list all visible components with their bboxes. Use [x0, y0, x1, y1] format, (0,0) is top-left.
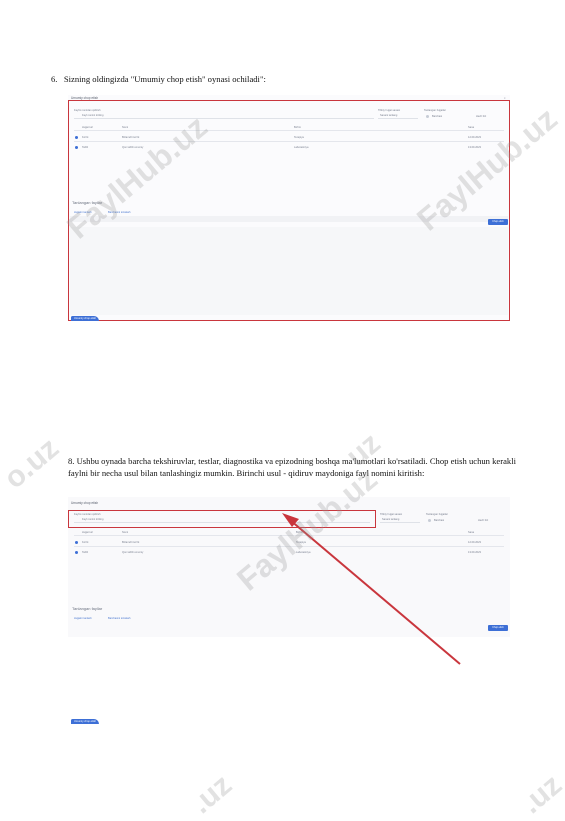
divider: [74, 546, 504, 547]
divider: [74, 141, 504, 142]
selected-files-heading: Tanlangan fayllar: [72, 606, 103, 611]
print-button[interactable]: Chop etish: [488, 625, 508, 631]
select-document-link[interactable]: Hujjatni tanlash: [74, 211, 92, 214]
dialog-title: Umumiy chop etish: [71, 96, 99, 100]
filter-option-none[interactable]: Hech biri: [478, 519, 488, 522]
filter-option-all[interactable]: Barchasi: [432, 115, 442, 118]
search-label: Faylni nomidan qidirish: [74, 513, 101, 516]
watermark: o.uz: [0, 431, 66, 496]
search-input[interactable]: Fayl nomini kiriting: [74, 114, 374, 119]
clear-all-link[interactable]: Barchasini tozalash: [108, 211, 131, 214]
selected-files-heading: Tanlangan fayllar: [72, 200, 103, 205]
row-select-radio[interactable]: [75, 146, 78, 149]
step-6-text: 6. Sizning oldingizda "Umumiy chop etish…: [51, 74, 266, 84]
step-8-text: 8. Ushbu oynada barcha tekshiruvlar, tes…: [68, 456, 516, 479]
table-cell: 13.09.2023: [468, 146, 481, 149]
col-date: Sana: [468, 531, 475, 534]
table-cell: Tahlil: [82, 146, 88, 149]
col-date: Sana: [468, 126, 475, 129]
date-label: Tibbiy hujjat sanasi: [380, 513, 402, 516]
watermark: .uz: [185, 768, 239, 821]
date-label: Tibbiy hujjat sanasi: [378, 109, 400, 112]
filter-label: Tanlangan hujjatlar: [426, 513, 448, 516]
search-label: Faylni nomidan qidirish: [74, 109, 101, 112]
divider: [74, 535, 504, 536]
filter-option-none[interactable]: Hech biri: [476, 115, 486, 118]
tab-general-print[interactable]: Umumiy chop etish: [71, 316, 100, 321]
close-icon: ×: [504, 97, 506, 100]
table-cell: Laboratoriya: [294, 146, 309, 149]
divider: [74, 130, 504, 131]
table-cell: 12.09.2023: [468, 136, 481, 139]
print-dialog-screenshot-2: Umumiy chop etish Faylni nomidan qidiris…: [68, 497, 510, 637]
table-cell: Terapiya: [296, 541, 306, 544]
filter-label: Tanlangan hujjatlar: [424, 109, 446, 112]
row-select-radio[interactable]: [75, 551, 78, 554]
clear-all-link[interactable]: Barchasini tozalash: [108, 617, 131, 620]
dialog-title: Umumiy chop etish: [71, 501, 99, 505]
table-cell: 13.09.2023: [468, 551, 481, 554]
col-dept: Bo'lim: [296, 531, 303, 534]
table-cell: Qon tahlili umumiy: [122, 146, 144, 149]
search-input[interactable]: Fayl nomini kiriting: [74, 518, 370, 523]
table-cell: Ko'rik: [82, 136, 89, 139]
selected-files-panel: [70, 216, 508, 222]
col-name: Nomi: [122, 126, 129, 129]
date-picker[interactable]: Sanani tanlang: [380, 518, 420, 523]
table-cell: Terapiya: [294, 136, 304, 139]
col-type: Hujjat turi: [82, 126, 93, 129]
filter-radio-all[interactable]: [428, 519, 431, 522]
col-name: Nomi: [122, 531, 129, 534]
watermark: .uz: [515, 768, 565, 821]
table-cell: Ko'rik: [82, 541, 89, 544]
table-cell: Qon tahlili umumiy: [122, 551, 144, 554]
col-type: Hujjat turi: [82, 531, 93, 534]
table-cell: 12.09.2023: [468, 541, 481, 544]
tab-general-print[interactable]: Umumiy chop etish: [71, 719, 100, 724]
date-picker[interactable]: Sanani tanlang: [378, 114, 418, 119]
print-dialog-screenshot-1: Umumiy chop etish × Faylni nomidan qidir…: [68, 95, 510, 321]
table-cell: Laboratoriya: [296, 551, 311, 554]
select-document-link[interactable]: Hujjatni tanlash: [74, 617, 92, 620]
row-select-radio[interactable]: [75, 541, 78, 544]
col-dept: Bo'lim: [294, 126, 301, 129]
filter-radio-all[interactable]: [426, 115, 429, 118]
table-cell: Birlamchi ko'rik: [122, 541, 140, 544]
table-cell: Tahlil: [82, 551, 88, 554]
table-cell: Birlamchi ko'rik: [122, 136, 140, 139]
row-select-radio[interactable]: [75, 136, 78, 139]
print-button[interactable]: Chop etish: [488, 219, 508, 225]
preview-area: [70, 227, 508, 315]
filter-option-all[interactable]: Barchasi: [434, 519, 444, 522]
